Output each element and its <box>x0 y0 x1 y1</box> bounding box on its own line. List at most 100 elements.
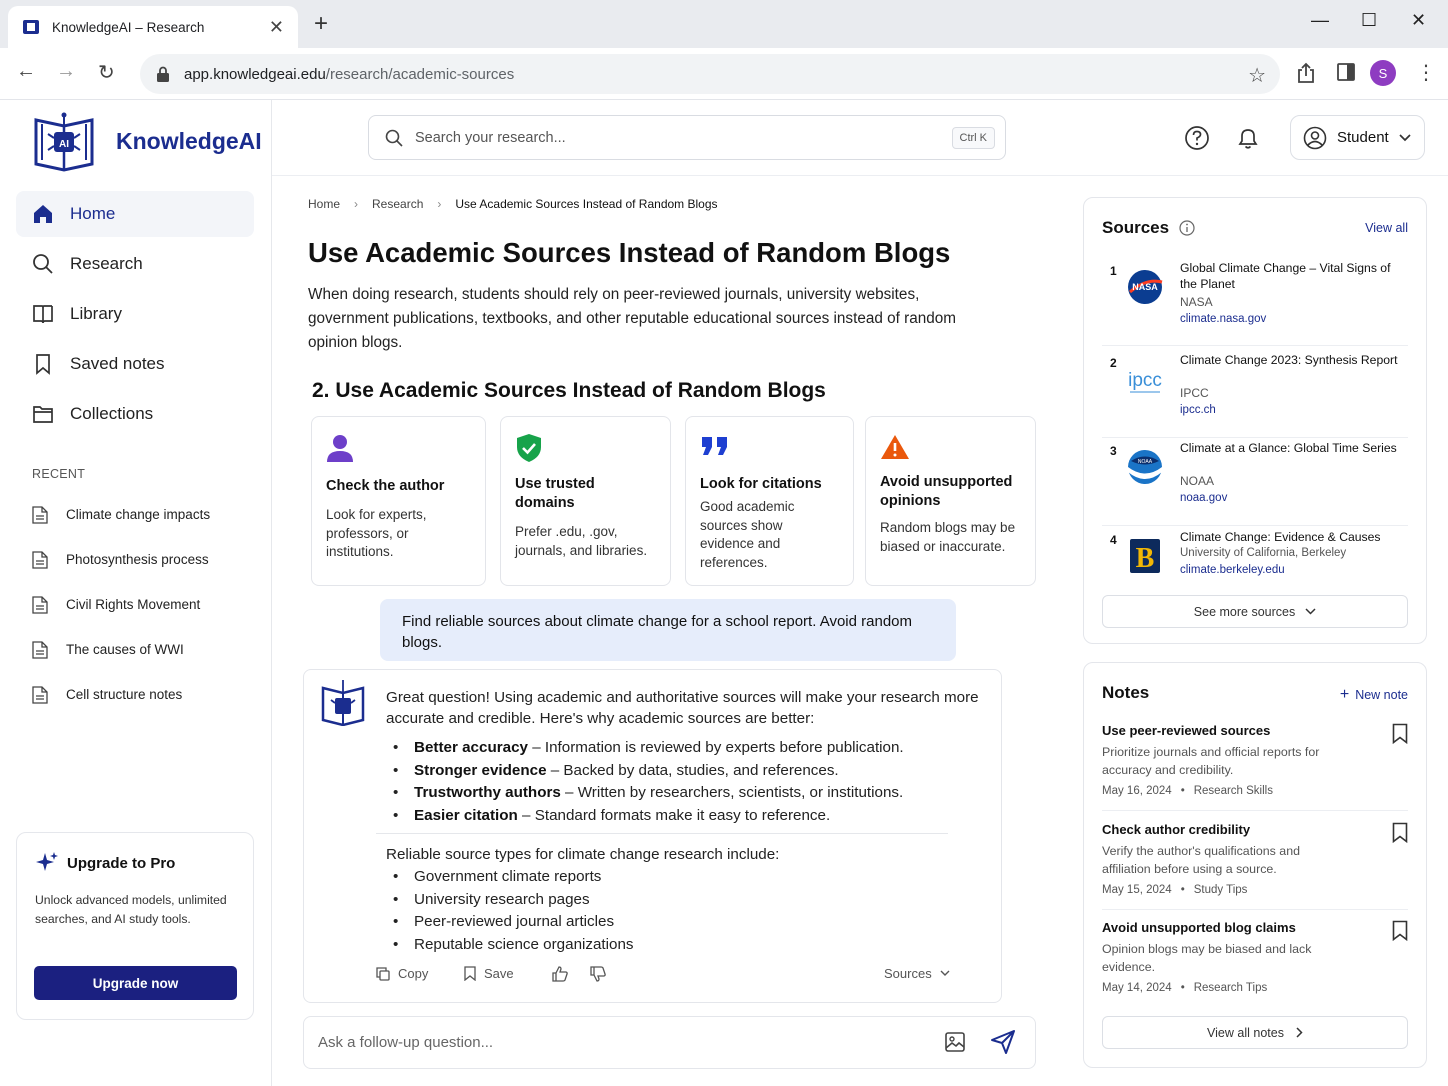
maximize-icon[interactable]: ☐ <box>1361 10 1377 31</box>
thumbs-up-button[interactable] <box>552 966 576 982</box>
breadcrumb-research[interactable]: Research <box>372 197 423 211</box>
list-item: University research pages <box>386 889 986 912</box>
browser-tab-bar: KnowledgeAI – Research ✕ + — ☐ ✕ <box>0 0 1448 48</box>
bookmark-icon <box>464 966 476 981</box>
share-icon[interactable] <box>1296 62 1316 84</box>
source-publisher: IPCC <box>1180 386 1209 400</box>
source-publisher: NASA <box>1180 295 1213 309</box>
nav-label: Collections <box>70 404 154 423</box>
image-upload-icon[interactable] <box>944 1031 966 1053</box>
notes-panel: Notes + New note Use peer-reviewed source… <box>1083 662 1427 1068</box>
followup-placeholder: Ask a follow-up question... <box>318 1034 494 1051</box>
save-button[interactable]: Save <box>464 966 514 981</box>
recent-item[interactable]: Climate change impacts <box>32 492 252 537</box>
source-domain[interactable]: ipcc.ch <box>1180 404 1216 416</box>
upgrade-now-button[interactable]: Upgrade now <box>34 966 237 1000</box>
close-tab-icon[interactable]: ✕ <box>269 17 284 38</box>
card-title: Look for citations <box>700 476 822 492</box>
list-item: Trustworthy authors – Written by researc… <box>386 782 986 805</box>
nav-item-library[interactable]: Library <box>16 291 254 337</box>
new-tab-icon[interactable]: + <box>314 12 328 36</box>
source-domain[interactable]: climate.berkeley.edu <box>1180 564 1285 576</box>
info-icon[interactable] <box>1179 220 1195 236</box>
bookmark-icon[interactable] <box>1392 822 1408 843</box>
source-domain[interactable]: climate.nasa.gov <box>1180 313 1266 325</box>
send-icon[interactable] <box>990 1029 1016 1055</box>
sources-dropdown[interactable]: Sources <box>884 966 950 981</box>
thumbs-up-icon <box>552 966 568 982</box>
recent-item-label: Cell structure notes <box>66 687 183 702</box>
student-menu[interactable]: Student <box>1290 115 1425 160</box>
brand[interactable]: AI KnowledgeAI <box>30 110 262 172</box>
source-item[interactable]: 4 B Climate Change: Evidence & Causes Un… <box>1102 527 1408 581</box>
note-item[interactable]: Avoid unsupported blog claims Opinion bl… <box>1102 920 1408 1006</box>
back-icon[interactable]: ← <box>16 60 36 83</box>
recent-item[interactable]: Photosynthesis process <box>32 537 252 582</box>
recent-item[interactable]: Cell structure notes <box>32 672 252 717</box>
copy-icon <box>376 966 390 981</box>
recent-item[interactable]: The causes of WWI <box>32 627 252 672</box>
upgrade-heading: Upgrade to Pro <box>35 851 235 875</box>
profile-avatar[interactable]: S <box>1370 60 1396 86</box>
forward-icon[interactable]: → <box>56 60 76 83</box>
brand-name: KnowledgeAI <box>116 127 262 154</box>
keyboard-shortcut: Ctrl K <box>951 126 995 149</box>
thumbs-down-button[interactable] <box>590 966 614 982</box>
bookmark-star-icon[interactable]: ☆ <box>1248 63 1266 88</box>
document-icon <box>32 505 48 524</box>
note-title: Avoid unsupported blog claims <box>1102 920 1296 935</box>
chevron-right-icon <box>1296 1027 1303 1038</box>
nav-item-research[interactable]: Research <box>16 241 254 287</box>
card-desc: Good academic sources show evidence and … <box>700 499 795 570</box>
note-meta: May 14, 2024 • Research Tips <box>1102 982 1268 994</box>
address-bar[interactable]: app.knowledgeai.edu/research/academic-so… <box>140 54 1280 94</box>
nav-item-collections[interactable]: Collections <box>16 391 254 437</box>
close-window-icon[interactable]: ✕ <box>1411 10 1426 31</box>
nav-label: Saved notes <box>70 354 165 373</box>
nav-label: Research <box>70 254 143 273</box>
search-input[interactable]: Search your research... Ctrl K <box>368 115 1006 160</box>
recent-item[interactable]: Civil Rights Movement <box>32 582 252 627</box>
section-heading: 2. Use Academic Sources Instead of Rando… <box>312 379 826 402</box>
breadcrumb-home[interactable]: Home <box>308 197 340 211</box>
document-icon <box>32 685 48 704</box>
thumbs-down-icon <box>590 966 606 982</box>
view-all-sources-link[interactable]: View all <box>1365 221 1408 235</box>
copy-button[interactable]: Copy <box>376 966 428 981</box>
list-item: Stronger evidence – Backed by data, stud… <box>386 760 986 783</box>
source-item[interactable]: 1 NASA Global Climate Change – Vital Sig… <box>1102 258 1408 346</box>
card-desc: Look for experts, professors, or institu… <box>326 507 427 559</box>
nav-item-saved-notes[interactable]: Saved notes <box>16 341 254 387</box>
note-title: Use peer-reviewed sources <box>1102 723 1271 738</box>
see-more-sources-button[interactable]: See more sources <box>1102 595 1408 628</box>
tip-card-opinions: Avoid unsupported opinions Random blogs … <box>865 416 1036 586</box>
source-item[interactable]: 3 NOAA Climate at a Glance: Global Time … <box>1102 438 1408 526</box>
search-icon <box>385 129 403 147</box>
note-item[interactable]: Use peer-reviewed sources Prioritize jou… <box>1102 723 1408 811</box>
logo-ai-text: AI <box>59 139 69 150</box>
bell-icon[interactable] <box>1235 125 1261 151</box>
minimize-icon[interactable]: — <box>1311 10 1329 31</box>
list-item: Peer-reviewed journal articles <box>386 911 986 934</box>
more-menu-icon[interactable]: ⋮ <box>1416 60 1436 85</box>
new-note-button[interactable]: + New note <box>1340 686 1408 704</box>
note-item[interactable]: Check author credibility Verify the auth… <box>1102 822 1408 910</box>
browser-tab[interactable]: KnowledgeAI – Research ✕ <box>8 6 298 48</box>
bookmark-icon[interactable] <box>1392 723 1408 744</box>
reload-icon[interactable]: ↻ <box>98 60 115 85</box>
source-item[interactable]: 2 ipcc Climate Change 2023: Synthesis Re… <box>1102 350 1408 438</box>
help-icon[interactable] <box>1184 125 1210 151</box>
document-icon <box>32 550 48 569</box>
bookmark-icon[interactable] <box>1392 920 1408 941</box>
search-icon <box>32 253 54 275</box>
nasa-logo-icon: NASA <box>1128 270 1163 304</box>
side-panel-icon[interactable] <box>1336 62 1356 82</box>
source-domain[interactable]: noaa.gov <box>1180 492 1227 504</box>
view-all-notes-button[interactable]: View all notes <box>1102 1016 1408 1049</box>
assistant-answer: Great question! Using academic and autho… <box>303 669 1002 1003</box>
followup-input[interactable]: Ask a follow-up question... <box>303 1016 1036 1069</box>
sources-title: Sources <box>1102 218 1170 237</box>
nav-item-home[interactable]: Home <box>16 191 254 237</box>
search-placeholder: Search your research... <box>415 129 566 146</box>
list-item: Government climate reports <box>386 866 986 889</box>
